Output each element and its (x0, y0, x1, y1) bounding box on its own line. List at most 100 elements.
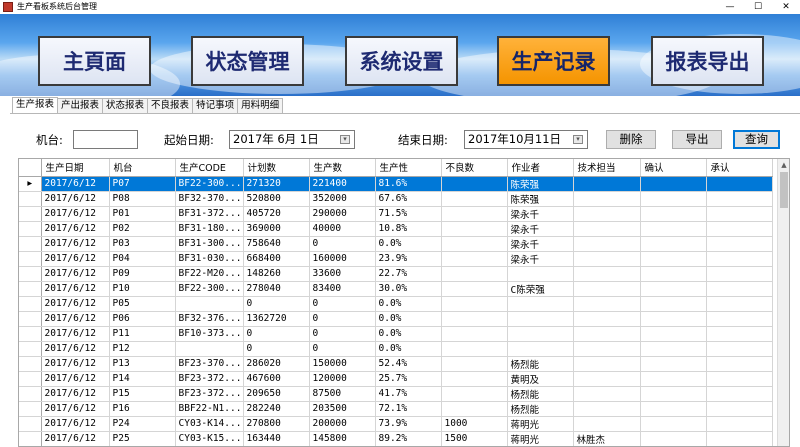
table-cell[interactable]: 758640 (243, 236, 310, 252)
machine-input[interactable] (73, 130, 138, 149)
row-header[interactable] (19, 251, 42, 267)
table-cell[interactable]: 271320 (243, 176, 310, 192)
table-cell[interactable]: 1362720 (243, 311, 310, 327)
table-cell[interactable]: 林胜杰 (573, 431, 641, 446)
table-cell[interactable] (706, 266, 773, 282)
table-cell[interactable]: P09 (109, 266, 176, 282)
table-cell[interactable] (706, 236, 773, 252)
table-cell[interactable]: 290000 (309, 206, 376, 222)
table-cell[interactable] (640, 176, 707, 192)
column-header[interactable]: 生产日期 (41, 159, 110, 177)
table-cell[interactable]: 30.0% (375, 281, 442, 297)
table-cell[interactable] (640, 311, 707, 327)
table-cell[interactable]: 668400 (243, 251, 310, 267)
table-cell[interactable]: P11 (109, 326, 176, 342)
table-cell[interactable]: P12 (109, 341, 176, 357)
table-cell[interactable] (175, 296, 244, 312)
table-cell[interactable]: 10.8% (375, 221, 442, 237)
table-cell[interactable]: 71.5% (375, 206, 442, 222)
table-cell[interactable]: 梁永千 (507, 221, 574, 237)
table-cell[interactable] (441, 176, 508, 192)
table-cell[interactable]: 2017/6/12 (41, 341, 110, 357)
calendar-dropdown-icon[interactable]: ▾ (340, 135, 350, 144)
tab-material-details[interactable]: 用料明细 (237, 98, 284, 113)
table-row[interactable]: ▸ 2017/6/12 P07 BF22-300... 271320 221400 81.6… (19, 176, 773, 192)
table-cell[interactable] (573, 401, 641, 417)
export-button[interactable]: 导出 (672, 130, 722, 149)
table-cell[interactable] (640, 221, 707, 237)
table-cell[interactable]: 2017/6/12 (41, 206, 110, 222)
table-cell[interactable]: BF23-370... (175, 356, 244, 372)
table-cell[interactable]: 0 (309, 236, 376, 252)
table-cell[interactable] (573, 191, 641, 207)
table-cell[interactable] (706, 251, 773, 267)
table-cell[interactable]: P03 (109, 236, 176, 252)
table-cell[interactable]: P05 (109, 296, 176, 312)
row-header[interactable] (19, 356, 42, 372)
nav-report-button[interactable]: 报表导出 (651, 36, 764, 86)
row-header[interactable] (19, 281, 42, 297)
row-header[interactable] (19, 401, 42, 417)
table-cell[interactable] (706, 281, 773, 297)
table-cell[interactable]: 0 (243, 296, 310, 312)
table-cell[interactable]: BF31-180... (175, 221, 244, 237)
table-cell[interactable]: 2017/6/12 (41, 176, 110, 192)
row-header[interactable]: ▸ (19, 176, 42, 192)
table-cell[interactable] (573, 356, 641, 372)
table-cell[interactable]: 2017/6/12 (41, 266, 110, 282)
table-cell[interactable]: P06 (109, 311, 176, 327)
table-cell[interactable] (573, 221, 641, 237)
table-cell[interactable]: BF10-373... (175, 326, 244, 342)
table-cell[interactable]: P15 (109, 386, 176, 402)
table-cell[interactable]: 286020 (243, 356, 310, 372)
table-cell[interactable] (441, 296, 508, 312)
table-cell[interactable]: 52.4% (375, 356, 442, 372)
table-cell[interactable] (573, 371, 641, 387)
nav-production-button[interactable]: 生产记录 (497, 36, 610, 86)
table-cell[interactable]: 369000 (243, 221, 310, 237)
table-cell[interactable] (441, 266, 508, 282)
table-cell[interactable]: 72.1% (375, 401, 442, 417)
table-cell[interactable] (441, 326, 508, 342)
tab-output-report[interactable]: 产出报表 (57, 98, 104, 113)
end-date-picker[interactable]: 2017年10月11日 ▾ (464, 130, 588, 149)
table-cell[interactable]: 0.0% (375, 341, 442, 357)
table-cell[interactable] (175, 341, 244, 357)
table-cell[interactable]: 2017/6/12 (41, 326, 110, 342)
table-cell[interactable]: 2017/6/12 (41, 236, 110, 252)
table-cell[interactable] (706, 341, 773, 357)
table-cell[interactable] (640, 341, 707, 357)
table-cell[interactable]: 0 (309, 326, 376, 342)
table-cell[interactable]: 81.6% (375, 176, 442, 192)
table-cell[interactable]: 209650 (243, 386, 310, 402)
table-cell[interactable] (573, 341, 641, 357)
column-header[interactable]: 生产CODE (175, 159, 244, 177)
table-cell[interactable] (573, 326, 641, 342)
table-cell[interactable]: 148260 (243, 266, 310, 282)
table-cell[interactable]: 270800 (243, 416, 310, 432)
column-header[interactable]: 机台 (109, 159, 176, 177)
table-cell[interactable]: 0 (243, 341, 310, 357)
column-header[interactable]: 承认 (706, 159, 773, 177)
table-row[interactable]: 2017/6/12 P15 BF23-372... 209650 87500 41.7% 杨… (19, 386, 773, 402)
table-cell[interactable]: 278040 (243, 281, 310, 297)
table-cell[interactable]: 89.2% (375, 431, 442, 446)
column-header[interactable]: 不良数 (441, 159, 508, 177)
table-cell[interactable] (441, 356, 508, 372)
table-cell[interactable]: C陈荣强 (507, 281, 574, 297)
table-cell[interactable] (441, 206, 508, 222)
table-cell[interactable]: 22.7% (375, 266, 442, 282)
table-cell[interactable] (441, 371, 508, 387)
table-cell[interactable] (706, 431, 773, 446)
table-cell[interactable]: BF22-300... (175, 176, 244, 192)
nav-home-button[interactable]: 主頁面 (38, 36, 151, 86)
production-grid[interactable]: 生产日期 机台 生产CODE 计划数 生产数 生产性 不良数 作业者 技术担当 确认 承认 ▸ 201… (18, 158, 790, 447)
table-cell[interactable] (640, 356, 707, 372)
table-cell[interactable] (441, 251, 508, 267)
table-cell[interactable] (441, 386, 508, 402)
row-header[interactable] (19, 236, 42, 252)
table-row[interactable]: 2017/6/12 P01 BF31-372... 405720 290000 71.5%… (19, 206, 773, 222)
table-cell[interactable]: BF31-372... (175, 206, 244, 222)
table-cell[interactable] (706, 191, 773, 207)
minimize-icon[interactable]: — (716, 0, 744, 14)
